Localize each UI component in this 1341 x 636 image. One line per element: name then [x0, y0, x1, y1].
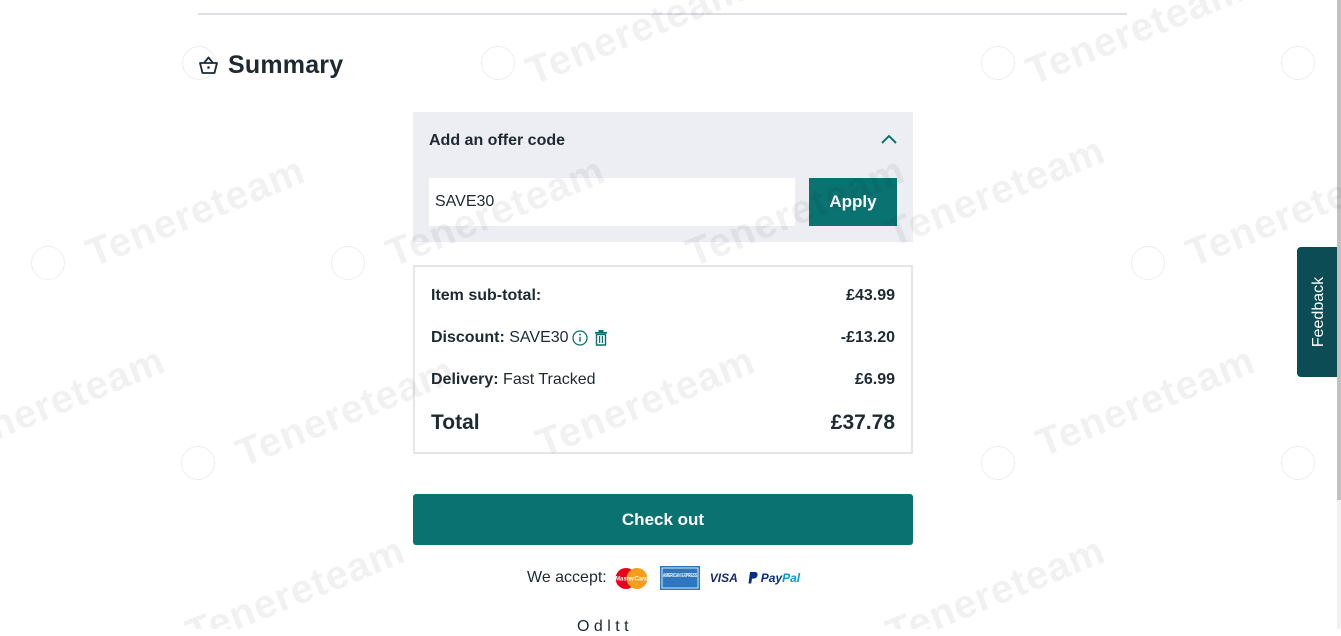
watermark-seal: [1281, 446, 1315, 480]
offer-code-title: Add an offer code: [429, 132, 566, 149]
watermark-seal: [31, 246, 65, 280]
total-row: Total £37.78: [431, 411, 895, 435]
watermark: Tenereteam: [80, 148, 312, 276]
paypal-pay-text: Pay: [760, 571, 783, 585]
amex-text: AMERICAN EXPRESS: [663, 573, 697, 579]
apply-button[interactable]: Apply: [809, 178, 897, 226]
total-label: Total: [431, 411, 480, 434]
info-icon[interactable]: [571, 330, 588, 346]
bottom-cut-text: O d l t t: [577, 618, 629, 635]
feedback-label: Feedback: [1310, 276, 1327, 348]
feedback-tab[interactable]: Feedback: [1297, 247, 1341, 377]
trash-icon[interactable]: [594, 329, 608, 346]
delivery-value: £6.99: [854, 371, 895, 388]
watermark-seal: [1131, 246, 1165, 280]
mastercard-logo: MasterCard: [613, 567, 650, 590]
page-scrollbar[interactable]: [1337, 0, 1341, 629]
delivery-method: Fast Tracked: [503, 371, 596, 388]
paypal-logo: PayPal: [748, 571, 800, 585]
watermark: Tenereteam: [180, 528, 412, 629]
total-value: £37.78: [830, 411, 895, 434]
amex-logo: AMERICAN EXPRESS: [659, 566, 700, 590]
we-accept-label: We accept:: [527, 569, 607, 586]
discount-row: Discount: SAVE30 -£13.20: [431, 329, 895, 347]
discount-label: Discount:: [431, 329, 505, 346]
basket-icon: [199, 56, 218, 74]
delivery-info: Delivery: Fast Tracked: [431, 371, 596, 389]
checkout-button[interactable]: Check out: [413, 494, 913, 545]
watermark-seal: [331, 246, 365, 280]
delivery-row: Delivery: Fast Tracked £6.99: [431, 371, 895, 389]
delivery-label: Delivery:: [431, 371, 499, 388]
summary-header: Summary: [198, 48, 343, 82]
subtotal-label: Item sub-total:: [431, 287, 542, 304]
watermark-seal: [481, 46, 515, 80]
offer-code-input[interactable]: [429, 178, 795, 226]
discount-value: -£13.20: [840, 329, 895, 346]
discount-info: Discount: SAVE30: [431, 329, 608, 347]
watermark: Tenereteam: [880, 128, 1112, 256]
payment-methods: We accept: MasterCard AMERICAN EXPRESS V…: [527, 566, 800, 590]
watermark: Tenereteam: [880, 528, 1112, 629]
top-divider: [198, 13, 1127, 15]
mastercard-text: MasterCard: [615, 576, 648, 582]
watermark-seal: [981, 446, 1015, 480]
watermark: Tenereteam: [1030, 338, 1262, 466]
subtotal-row: Item sub-total: £43.99: [431, 287, 895, 305]
watermark-seal: [981, 46, 1015, 80]
offer-code-panel: Add an offer code Apply: [413, 112, 913, 242]
order-totals: Item sub-total: £43.99 Discount: SAVE30: [413, 265, 913, 454]
visa-logo: VISA: [709, 571, 738, 585]
watermark: Tenereteam: [0, 338, 172, 466]
paypal-pal-text: Pal: [782, 571, 801, 585]
subtotal-value: £43.99: [846, 287, 895, 304]
watermark-seal: [1281, 46, 1315, 80]
summary-title: Summary: [228, 50, 344, 79]
scrollbar-thumb[interactable]: [1337, 0, 1341, 500]
discount-code: SAVE30: [509, 329, 569, 346]
watermark-seal: [181, 446, 215, 480]
chevron-up-icon[interactable]: [881, 134, 897, 144]
